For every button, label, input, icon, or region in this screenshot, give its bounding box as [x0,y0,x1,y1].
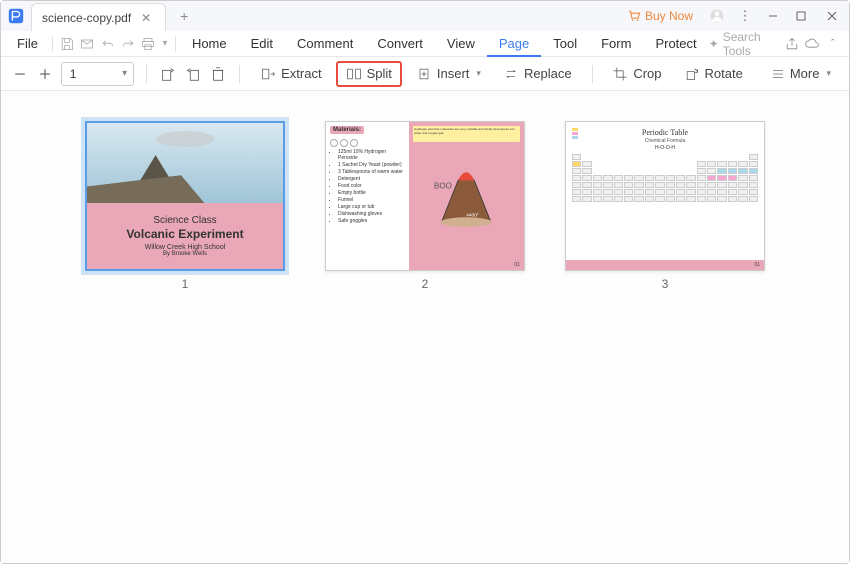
replace-button[interactable]: Replace [495,61,580,87]
tab-comment[interactable]: Comment [285,31,365,57]
share-icon[interactable] [782,33,802,55]
page3-formula: H-O-O-H [572,145,758,151]
chevron-down-icon[interactable]: ▾ [159,33,172,55]
page1-title: Science Class [153,215,216,226]
crop-button[interactable]: Crop [604,61,669,87]
page3-title: Periodic Table [572,128,758,137]
user-avatar-icon[interactable] [703,2,731,30]
tab-edit[interactable]: Edit [239,31,285,57]
tab-page[interactable]: Page [487,31,541,57]
page-thumbnail-1[interactable]: Science Class Volcanic Experiment Willow… [85,121,285,271]
print-icon[interactable] [138,33,158,55]
tab-convert[interactable]: Convert [365,31,435,57]
cart-icon [627,9,641,23]
chevron-down-icon: ▾ [122,68,127,79]
app-logo-icon [1,1,31,31]
undo-icon[interactable] [97,33,117,55]
save-icon[interactable] [57,33,77,55]
extract-icon [260,66,276,82]
cloud-icon[interactable] [802,33,822,55]
menu-bar: File ▾ Home Edit Comment Convert View Pa… [1,31,849,57]
page1-school: Willow Creek High School [145,244,226,251]
crop-icon [612,66,628,82]
replace-icon [503,66,519,82]
thumbnail-label: 3 [662,277,669,291]
insert-icon [416,66,432,82]
search-tools[interactable]: ✦ Search Tools [709,30,774,58]
tab-home[interactable]: Home [180,31,239,57]
svg-text:BOO: BOO [434,181,452,190]
sparkle-icon: ✦ [709,37,719,51]
thumbnail-label: 1 [182,277,189,291]
page1-author: By Brooke Wells [163,251,207,257]
maximize-button[interactable] [787,2,815,30]
tab-tool[interactable]: Tool [541,31,589,57]
svg-text:4400°: 4400° [467,212,480,218]
more-button[interactable]: More ▾ [763,61,839,87]
insert-button[interactable]: Insert ▾ [408,61,489,87]
tab-view[interactable]: View [435,31,487,57]
zoom-out-button[interactable] [11,61,30,87]
thumbnail-label: 2 [422,277,429,291]
page-thumbnails-area: Science Class Volcanic Experiment Willow… [1,91,849,563]
rotate-left-icon[interactable] [159,61,178,87]
delete-page-icon[interactable] [209,61,228,87]
tab-protect[interactable]: Protect [643,31,708,57]
page-number-input[interactable]: 1 ▾ [61,62,134,86]
split-icon [346,66,362,82]
menu-icon [771,67,785,81]
chevron-down-icon: ▾ [826,68,831,79]
page-thumbnail-3[interactable]: Periodic Table Chemical Formula H-O-O-H … [565,121,765,271]
mail-icon[interactable] [77,33,97,55]
rotate-icon [684,66,700,82]
kebab-menu-icon[interactable]: ⋮ [731,2,759,30]
page1-subtitle: Volcanic Experiment [126,227,243,241]
collapse-ribbon-icon[interactable]: ˆ [823,33,843,55]
close-tab-button[interactable]: ✕ [141,11,151,25]
extract-button[interactable]: Extract [252,61,329,87]
page-thumbnail-2[interactable]: Materials: 125ml 10% Hydrogen Peroxide1 … [325,121,525,271]
minimize-button[interactable] [759,2,787,30]
page2-heading: Materials: [330,126,364,134]
rotate-button[interactable]: Rotate [676,61,751,87]
document-tab-title: science-copy.pdf [42,11,131,25]
ribbon-toolbar: 1 ▾ Extract Split Insert ▾ Replace [1,57,849,91]
zoom-in-button[interactable] [36,61,55,87]
document-tab[interactable]: science-copy.pdf ✕ [31,3,166,31]
close-window-button[interactable] [815,2,849,30]
redo-icon[interactable] [118,33,138,55]
chevron-down-icon: ▾ [476,68,481,79]
rotate-right-icon[interactable] [184,61,203,87]
new-tab-button[interactable]: + [172,4,196,28]
buy-now-link[interactable]: Buy Now [627,9,693,23]
split-button[interactable]: Split [336,61,402,87]
tab-form[interactable]: Form [589,31,643,57]
page3-subtitle: Chemical Formula [572,138,758,144]
menu-file[interactable]: File [7,36,48,51]
title-bar: science-copy.pdf ✕ + Buy Now ⋮ [1,1,849,31]
